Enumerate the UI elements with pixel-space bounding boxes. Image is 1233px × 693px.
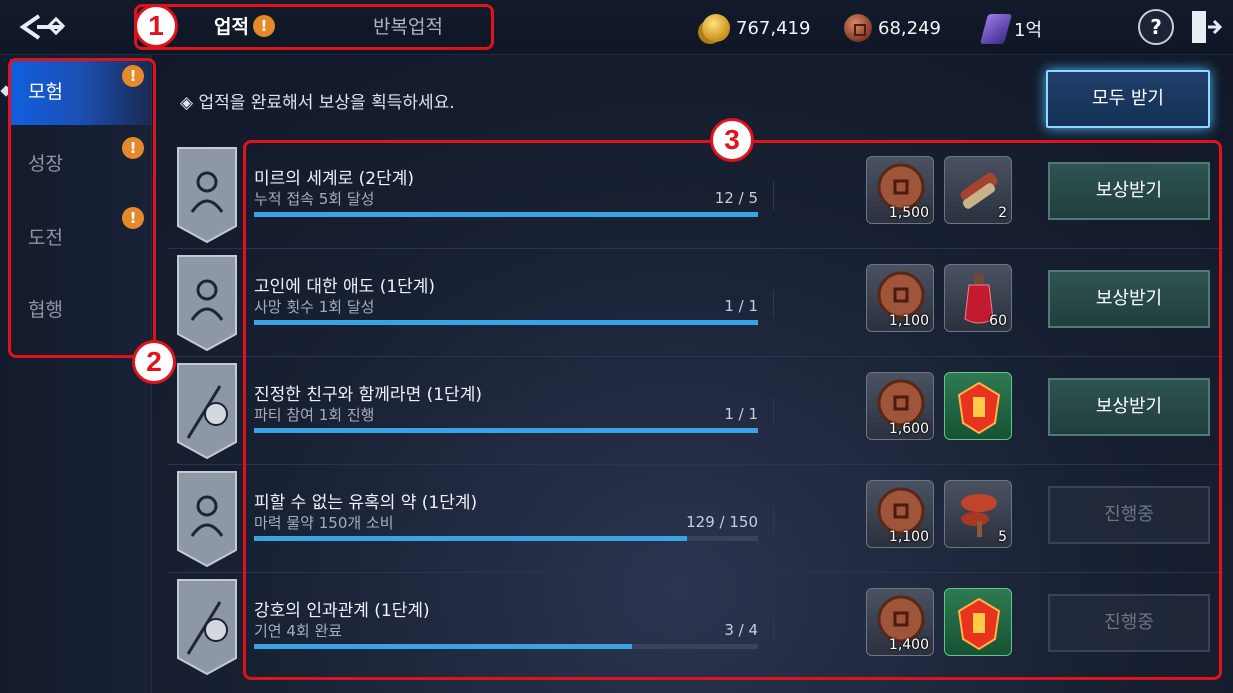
gem-currency: 1억 (979, 14, 1043, 44)
gold-currency: 767,419 (702, 14, 810, 42)
hooded-figure-icon (177, 147, 237, 244)
instruction-text: ◈ 업적을 완료해서 보상을 획득하세요. (180, 93, 455, 113)
hooded-figure-icon (177, 255, 237, 352)
annotation-number-3: 3 (710, 118, 754, 162)
annotation-box-2 (8, 58, 156, 358)
exit-door-icon (1192, 11, 1223, 43)
annotation-number-2: 2 (132, 340, 176, 384)
annotation-number-1: 1 (134, 4, 178, 48)
bindle-icon (177, 579, 237, 676)
annotation-box-1 (134, 4, 494, 50)
bindle-icon (177, 363, 237, 460)
exit-button[interactable] (1190, 9, 1223, 45)
hooded-figure-icon (177, 471, 237, 568)
copper-currency: 68,249 (844, 14, 941, 42)
gold-coins-icon (702, 14, 730, 42)
copper-coin-icon (844, 14, 872, 42)
back-button[interactable] (14, 8, 72, 46)
gold-amount: 767,419 (736, 17, 811, 39)
help-button[interactable]: ? (1138, 9, 1174, 45)
annotation-box-3 (243, 140, 1222, 680)
purple-gem-icon (979, 14, 1013, 44)
back-arrow-icon (19, 14, 66, 40)
copper-amount: 68,249 (878, 17, 941, 39)
claim-all-button[interactable]: 모두 받기 (1046, 70, 1210, 128)
gem-amount: 1억 (1014, 20, 1043, 41)
